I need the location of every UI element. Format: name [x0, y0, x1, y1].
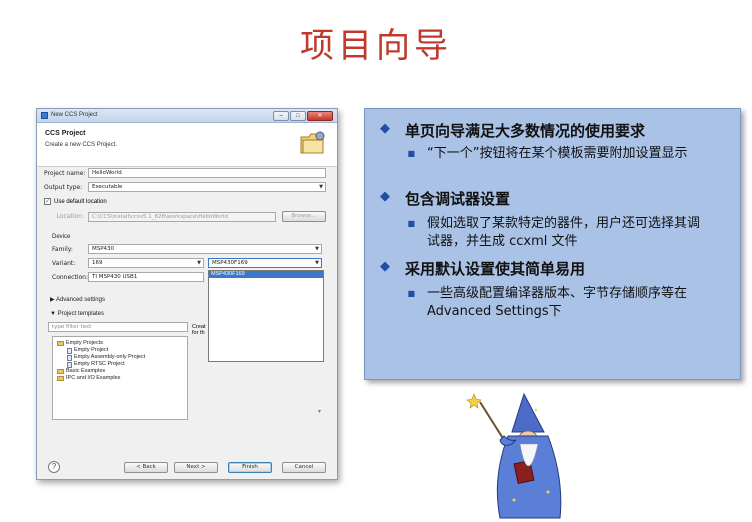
project-folder-icon	[300, 131, 325, 154]
dialog-header-title: CCS Project	[45, 130, 86, 137]
file-icon	[67, 347, 72, 354]
project-name-label: Project name:	[44, 169, 86, 177]
feature-list-box: ◆ 单页向导满足大多数情况的使用要求 ■ “下一个”按钮将在某个模板需要附加设置…	[364, 108, 741, 380]
feature-detail: 一些高级配置编译器版本、字节存储顺序等在 Advanced Settings下	[427, 286, 688, 319]
chevron-down-icon: ▼	[315, 260, 319, 266]
connection-label: Connection:	[52, 273, 88, 281]
advanced-settings-label: Advanced settings	[55, 297, 105, 303]
variant-filter-input[interactable]: 169 ▼	[88, 258, 204, 268]
dialog-header-subtitle: Create a new CCS Project.	[45, 142, 118, 148]
project-templates-toggle[interactable]: ▼ Project templates	[50, 311, 104, 317]
template-filter-input[interactable]: type filter text	[48, 322, 188, 332]
output-type-select[interactable]: Executable ▼	[88, 182, 326, 192]
chevron-down-icon: ▼	[319, 184, 323, 190]
dropdown-option[interactable]: MSP430F169	[209, 271, 323, 278]
feature-item: ◆ 单页向导满足大多数情况的使用要求	[365, 121, 645, 141]
family-label: Family:	[52, 245, 73, 253]
tree-item-label: Empty RTSC Project	[74, 361, 125, 367]
browse-button[interactable]: Browse...	[282, 211, 326, 222]
location-input[interactable]: C:\CCS\install\ccsv5.1_828\workspace\Hel…	[88, 211, 276, 222]
folder-icon	[57, 369, 64, 374]
feature-title: 包含调试器设置	[405, 190, 511, 208]
slide-title: 项目向导	[300, 26, 452, 66]
advanced-settings-toggle[interactable]: ▶ Advanced settings	[50, 296, 105, 303]
feature-detail: “下一个”按钮将在某个模板需要附加设置显示	[427, 146, 688, 161]
wizard-illustration	[466, 392, 562, 519]
tree-item-label: IPC and I/O Examples	[66, 375, 121, 381]
tree-item-label: Empty Project	[74, 347, 109, 353]
file-icon	[67, 354, 72, 361]
dialog-window-title: New CCS Project	[51, 112, 98, 118]
finish-button[interactable]: Finish	[228, 462, 272, 473]
template-description: Creat for th	[192, 324, 326, 418]
feature-subitem: ■ 一些高级配置编译器版本、字节存储顺序等在 Advanced Settings…	[365, 285, 702, 321]
square-bullet-icon: ■	[407, 149, 415, 158]
tree-item[interactable]: Basic Examples	[53, 368, 187, 375]
output-type-label: Output type:	[44, 183, 83, 191]
variant-select[interactable]: MSP430F169 ▼	[208, 258, 322, 268]
feature-detail: 假如选取了某款特定的器件，用户还可选择其调试器，并生成 ccxml 文件	[427, 216, 701, 249]
template-tree: Empty Projects Empty Project Empty Assem…	[52, 336, 188, 420]
variant-filter-value: 169	[92, 260, 103, 266]
feature-item: ◆ 包含调试器设置	[365, 189, 510, 209]
folder-icon	[57, 341, 64, 346]
diamond-bullet-icon: ◆	[380, 259, 390, 274]
tree-item[interactable]: Empty RTSC Project	[53, 361, 187, 368]
feature-subitem: ■ “下一个”按钮将在某个模板需要附加设置显示	[365, 145, 702, 163]
connection-select[interactable]: TI MSP430 USB1	[88, 272, 204, 282]
dialog-titlebar[interactable]: New CCS Project – □ ✕	[37, 109, 337, 123]
close-button[interactable]: ✕	[307, 111, 333, 121]
feature-title: 采用默认设置使其简单易用	[405, 260, 586, 278]
chevron-down-icon: ▼	[197, 260, 201, 266]
folder-icon	[57, 376, 64, 381]
output-type-value: Executable	[92, 184, 123, 190]
tree-item[interactable]: Empty Assembly-only Project	[53, 354, 187, 361]
chevron-down-icon: ▼	[50, 311, 58, 317]
tree-item-label: Empty Projects	[66, 340, 103, 346]
next-button[interactable]: Next >	[174, 462, 218, 473]
app-icon	[41, 112, 48, 119]
feature-item: ◆ 采用默认设置使其简单易用	[365, 259, 585, 279]
file-icon	[67, 361, 72, 368]
feature-subitem: ■ 假如选取了某款特定的器件，用户还可选择其调试器，并生成 ccxml 文件	[365, 215, 702, 251]
project-templates-label: Project templates	[57, 311, 104, 317]
use-default-location-label: Use default location	[54, 198, 107, 205]
diamond-bullet-icon: ◆	[380, 121, 390, 136]
square-bullet-icon: ■	[407, 219, 415, 228]
cancel-button[interactable]: Cancel	[282, 462, 326, 473]
location-label: Location:	[56, 213, 84, 220]
tree-item[interactable]: Empty Projects	[53, 340, 187, 347]
use-default-location-checkbox[interactable]: ✓	[44, 198, 51, 205]
tree-item[interactable]: Empty Project	[53, 347, 187, 354]
square-bullet-icon: ■	[407, 289, 415, 298]
diamond-bullet-icon: ◆	[380, 189, 390, 204]
feature-title: 单页向导满足大多数情况的使用要求	[405, 122, 646, 140]
dialog-header: CCS Project Create a new CCS Project.	[37, 123, 337, 167]
variant-value: MSP430F169	[212, 260, 248, 266]
description-line-2: for th	[192, 330, 205, 336]
back-button[interactable]: < Back	[124, 462, 168, 473]
device-section-label: Device	[52, 234, 71, 240]
family-value: MSP430	[92, 246, 115, 252]
tree-item-label: Basic Examples	[66, 368, 106, 374]
maximize-button[interactable]: □	[290, 111, 306, 121]
tree-item-label: Empty Assembly-only Project	[74, 354, 146, 360]
variant-label: Variant:	[52, 259, 76, 267]
help-icon[interactable]: ?	[48, 461, 60, 473]
family-select[interactable]: MSP430 ▼	[88, 244, 322, 254]
minimize-button[interactable]: –	[273, 111, 289, 121]
tree-item[interactable]: IPC and I/O Examples	[53, 375, 187, 382]
chevron-down-icon: ▼	[315, 246, 319, 252]
project-name-input[interactable]: HelloWorld	[88, 168, 326, 178]
scroll-indicator-icon[interactable]: ▾	[318, 408, 321, 415]
